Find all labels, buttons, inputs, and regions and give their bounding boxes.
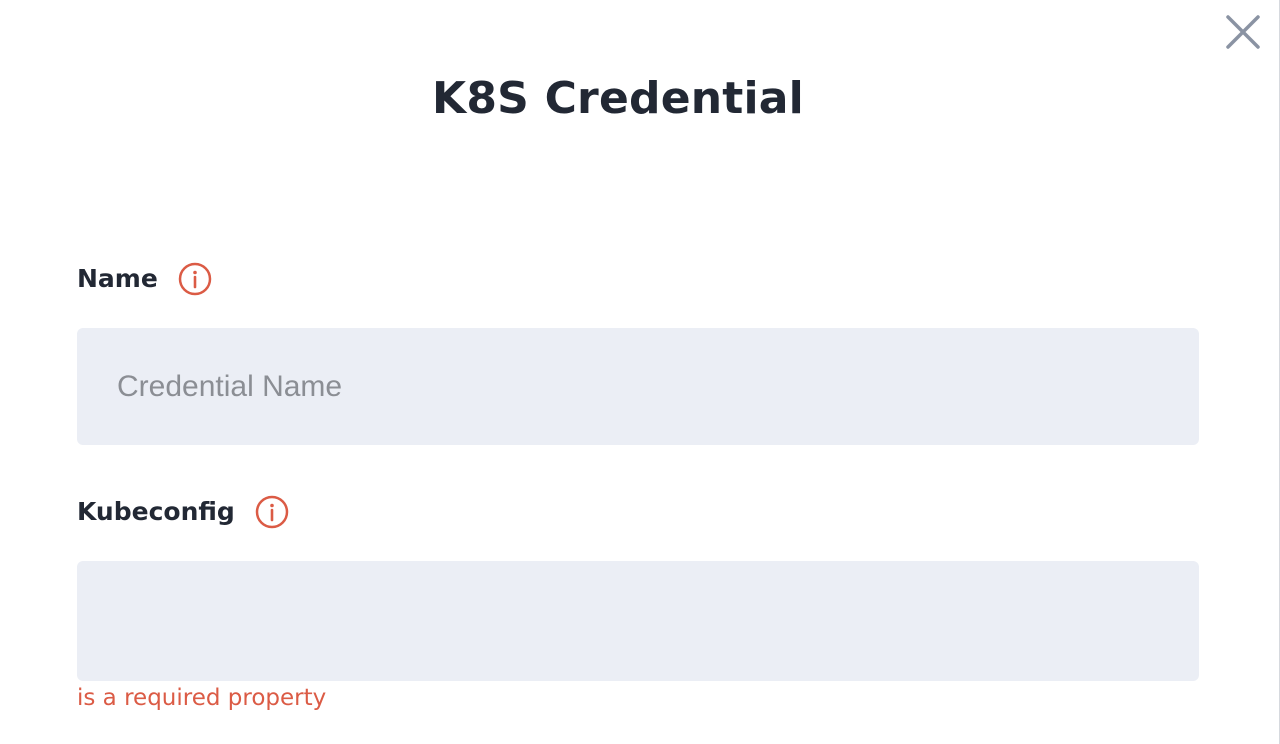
kubeconfig-label-row: Kubeconfig [77,495,289,529]
info-icon[interactable] [178,262,212,296]
kubeconfig-error-message: is a required property [77,685,327,711]
kubeconfig-textarea[interactable] [77,561,1199,681]
info-icon[interactable] [255,495,289,529]
credential-dialog: K8S Credential Name Kubeconfig is a requ… [0,0,1280,744]
credential-name-input[interactable] [77,328,1199,445]
close-button[interactable] [1225,14,1261,50]
close-icon [1226,15,1260,49]
name-label: Name [77,264,158,293]
name-label-row: Name [77,262,212,296]
kubeconfig-label: Kubeconfig [77,497,235,526]
dialog-title: K8S Credential [432,73,804,124]
